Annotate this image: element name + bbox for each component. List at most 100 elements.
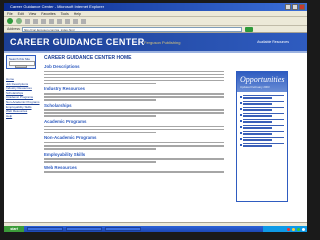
menu-help[interactable]: Help	[74, 11, 81, 16]
opportunity-text	[243, 95, 284, 99]
opportunities-panel: Opportunities Updated February 2003	[236, 71, 288, 202]
section-title[interactable]: Non-Academic Programs	[44, 135, 224, 140]
opportunity-text	[243, 142, 284, 147]
section-text-line	[44, 148, 156, 150]
section-title[interactable]: Industry Resources	[44, 86, 224, 91]
opportunities-title[interactable]: Opportunities	[240, 75, 284, 84]
taskbar-item[interactable]	[27, 227, 63, 231]
menu-view[interactable]: View	[29, 11, 37, 16]
taskbar-item[interactable]	[66, 227, 102, 231]
opportunity-item[interactable]	[240, 118, 284, 123]
close-icon[interactable]	[299, 4, 305, 10]
text-line	[243, 130, 284, 133]
nav-item-non-academic-programs[interactable]: Non-Academic Programs	[6, 100, 40, 105]
text-line	[243, 121, 272, 123]
nav-item-help[interactable]: Help	[6, 114, 38, 119]
text-line	[243, 115, 272, 117]
section-text-line	[44, 128, 224, 131]
opportunity-item[interactable]	[240, 106, 284, 111]
opportunities-header: Opportunities Updated February 2003	[237, 72, 287, 92]
opportunity-item[interactable]	[240, 95, 284, 99]
opportunity-item[interactable]	[240, 124, 284, 129]
opportunity-item[interactable]	[240, 142, 284, 147]
maximize-icon[interactable]	[292, 4, 298, 10]
header-link[interactable]: Available Resources	[257, 40, 289, 44]
opportunity-text	[243, 106, 284, 111]
section-text-line	[44, 70, 224, 73]
menu-tools[interactable]: Tools	[61, 11, 69, 16]
text-line	[243, 103, 272, 105]
window-title-bar[interactable]: Career Guidance Center - Microsoft Inter…	[4, 3, 307, 11]
window-title: Career Guidance Center - Microsoft Inter…	[10, 4, 105, 9]
address-bar: Address http://cgc.ferguson.com/ca_index…	[4, 26, 307, 33]
content-section: Academic Programs	[44, 119, 224, 134]
search-icon[interactable]	[49, 18, 54, 24]
text-line	[243, 97, 272, 99]
tray-icon[interactable]	[302, 227, 305, 231]
left-navigation: Search this Site Home Job Descriptions I…	[6, 55, 40, 215]
opportunity-item[interactable]	[240, 112, 284, 117]
start-button[interactable]: start	[4, 226, 24, 232]
window-controls	[285, 4, 305, 10]
section-text-line	[44, 158, 224, 160]
text-line	[243, 133, 272, 135]
tray-icon[interactable]	[292, 227, 295, 231]
content-section: Web Resources	[44, 165, 224, 173]
text-line	[243, 142, 284, 145]
content-section: Scholarships	[44, 103, 224, 118]
section-text-line	[44, 92, 224, 95]
address-input[interactable]: http://cgc.ferguson.com/ca_index.html	[21, 26, 242, 32]
taskbar-item[interactable]	[105, 227, 141, 231]
section-title[interactable]: Employability Skills	[44, 152, 224, 157]
section-title[interactable]: Scholarships	[44, 103, 224, 108]
banner-divider	[4, 51, 307, 53]
go-button[interactable]	[244, 26, 253, 32]
section-title[interactable]: Job Descriptions	[44, 64, 224, 69]
opportunity-text	[243, 124, 284, 129]
system-tray	[263, 226, 307, 232]
site-subtitle: Ferguson Publishing	[144, 40, 181, 45]
text-line	[243, 106, 284, 109]
opportunity-text	[243, 130, 284, 135]
text-line	[243, 124, 284, 127]
tray-icon[interactable]	[287, 227, 290, 231]
section-title[interactable]: Web Resources	[44, 165, 224, 170]
opportunity-item[interactable]	[240, 136, 284, 141]
text-line	[243, 145, 272, 147]
text-line	[243, 95, 284, 97]
print-icon[interactable]	[81, 18, 86, 24]
section-text-line	[44, 131, 156, 134]
bullet-icon	[240, 131, 242, 134]
bullet-icon	[240, 96, 242, 98]
refresh-icon[interactable]	[33, 18, 38, 24]
history-icon[interactable]	[65, 18, 70, 24]
opportunity-item[interactable]	[240, 100, 284, 105]
home-icon[interactable]	[41, 18, 46, 24]
section-text-line	[44, 82, 156, 85]
site-title[interactable]: CAREER GUIDANCE CENTER	[10, 37, 145, 47]
bullet-icon	[240, 137, 242, 140]
tray-icon[interactable]	[297, 227, 300, 231]
search-button[interactable]	[15, 65, 27, 68]
page-heading: CAREER GUIDANCE CENTER HOME	[44, 55, 132, 61]
content-section: Job Descriptions	[44, 64, 224, 85]
menu-file[interactable]: File	[7, 11, 13, 16]
back-icon[interactable]	[7, 18, 13, 24]
section-text-line	[44, 112, 224, 114]
mail-icon[interactable]	[73, 18, 78, 24]
taskbar: start	[4, 226, 307, 232]
nav-list: Home Job Descriptions Industry Resources…	[6, 77, 40, 119]
text-line	[243, 109, 272, 111]
opportunity-text	[243, 136, 284, 141]
menu-favorites[interactable]: Favorites	[41, 11, 55, 16]
minimize-icon[interactable]	[285, 4, 291, 10]
favorites-icon[interactable]	[57, 18, 62, 24]
bullet-icon	[240, 113, 242, 116]
forward-icon[interactable]	[16, 18, 22, 24]
stop-icon[interactable]	[25, 18, 30, 24]
section-text-line	[44, 79, 224, 82]
opportunity-item[interactable]	[240, 130, 284, 135]
section-title[interactable]: Academic Programs	[44, 119, 224, 124]
text-line	[243, 112, 284, 115]
menu-edit[interactable]: Edit	[18, 11, 24, 16]
